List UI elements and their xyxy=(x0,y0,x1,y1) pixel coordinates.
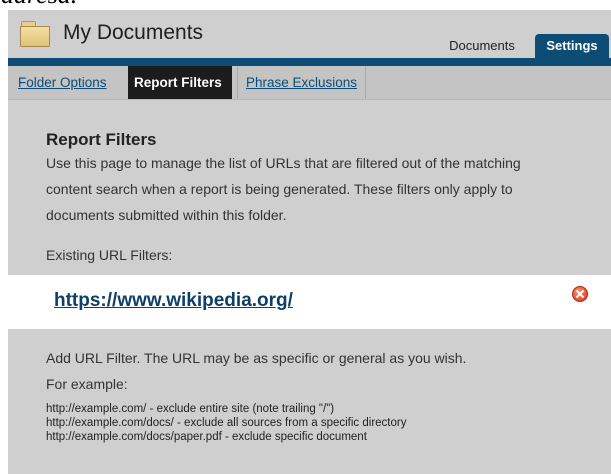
subtab-report-filters[interactable]: Report Filters xyxy=(128,66,232,99)
accent-bar xyxy=(8,58,611,66)
example-item: http://example.com/docs/paper.pdf - excl… xyxy=(46,431,367,443)
section-description: Use this page to manage the list of URLs… xyxy=(46,155,521,223)
url-filter-row: https://www.wikipedia.org/ xyxy=(8,275,611,329)
tab-documents[interactable]: Documents xyxy=(441,34,523,58)
subtab-folder-options[interactable]: Folder Options xyxy=(10,66,115,99)
subtab-phrase-exclusions[interactable]: Phrase Exclusions xyxy=(237,66,367,99)
section-heading: Report Filters xyxy=(46,130,157,149)
folder-icon xyxy=(20,21,50,47)
cropped-text-fragment: adresa. xyxy=(0,0,611,10)
settings-subnav: Folder Options Report Filters Phrase Exc… xyxy=(8,66,611,100)
example-label: For example: xyxy=(46,376,128,392)
add-filter-text: Add URL Filter. The URL may be as specif… xyxy=(46,350,467,366)
panel-header: My Documents Documents Settings xyxy=(8,10,611,58)
url-filter-link[interactable]: https://www.wikipedia.org/ xyxy=(54,290,293,312)
example-list: http://example.com/ - exclude entire sit… xyxy=(46,402,406,444)
add-filter-instructions: Add URL Filter. The URL may be as specif… xyxy=(46,345,466,397)
tab-settings[interactable]: Settings xyxy=(535,34,609,58)
existing-filters-label: Existing URL Filters: xyxy=(46,247,173,263)
example-item: http://example.com/ - exclude entire sit… xyxy=(46,403,335,415)
page-title: My Documents xyxy=(63,21,204,44)
example-item: http://example.com/docs/ - exclude all s… xyxy=(46,417,407,429)
remove-icon[interactable] xyxy=(572,286,588,302)
